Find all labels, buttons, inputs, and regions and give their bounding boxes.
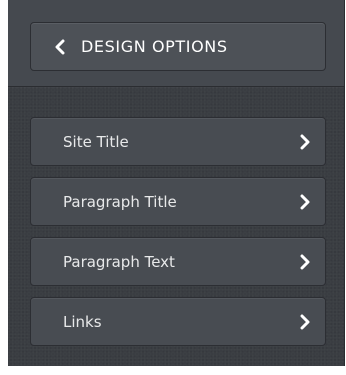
panel-header: DESIGN OPTIONS: [8, 0, 344, 87]
chevron-right-icon: [299, 134, 311, 150]
back-button-label: DESIGN OPTIONS: [81, 37, 228, 56]
chevron-left-icon: [53, 38, 67, 56]
menu-item-paragraph-title[interactable]: Paragraph Title: [30, 177, 326, 226]
menu-item-site-title[interactable]: Site Title: [30, 117, 326, 166]
menu-item-label: Site Title: [63, 132, 129, 151]
menu-item-label: Paragraph Text: [63, 252, 175, 271]
chevron-right-icon: [299, 314, 311, 330]
menu-item-label: Links: [63, 312, 102, 331]
design-options-panel: DESIGN OPTIONS Site Title Paragraph Titl…: [8, 0, 345, 366]
chevron-right-icon: [299, 254, 311, 270]
chevron-right-icon: [299, 194, 311, 210]
design-options-back-button[interactable]: DESIGN OPTIONS: [30, 22, 326, 71]
menu-item-links[interactable]: Links: [30, 297, 326, 346]
menu-item-label: Paragraph Title: [63, 192, 177, 211]
menu-item-paragraph-text[interactable]: Paragraph Text: [30, 237, 326, 286]
design-options-menu: Site Title Paragraph Title Paragraph Tex…: [30, 117, 326, 357]
